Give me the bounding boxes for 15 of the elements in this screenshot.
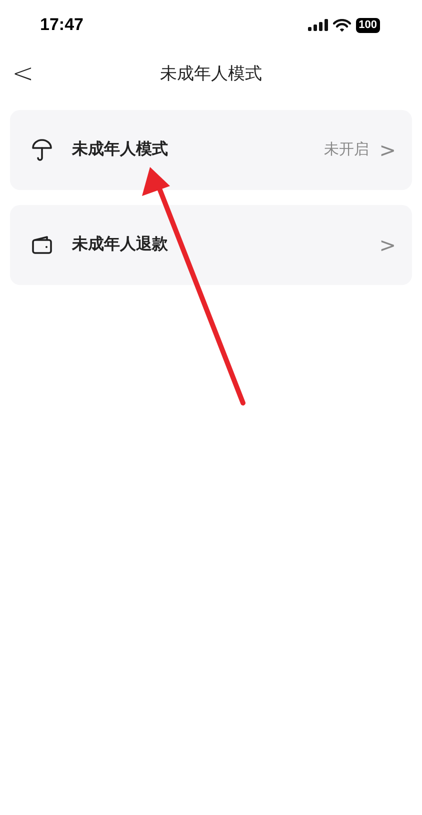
signal-icon xyxy=(308,19,328,31)
chevron-icon: > xyxy=(379,230,396,260)
chevron-icon: > xyxy=(379,135,396,165)
wifi-icon xyxy=(332,18,351,32)
battery-indicator: 100 xyxy=(356,18,380,32)
row-label: 未成年人退款 xyxy=(72,234,168,255)
row-label: 未成年人模式 xyxy=(72,140,168,160)
wallet-icon xyxy=(31,235,53,255)
umbrella-icon xyxy=(31,138,53,162)
status-time: 17:47 xyxy=(40,14,84,36)
settings-row[interactable]: 未成年人模式 未开启 > xyxy=(10,110,412,190)
row-value: 未开启 xyxy=(324,140,370,160)
page-title: 未成年人模式 xyxy=(160,63,262,86)
back-button[interactable]: < xyxy=(12,61,34,87)
settings-row[interactable]: 未成年人退款 > xyxy=(10,205,412,285)
